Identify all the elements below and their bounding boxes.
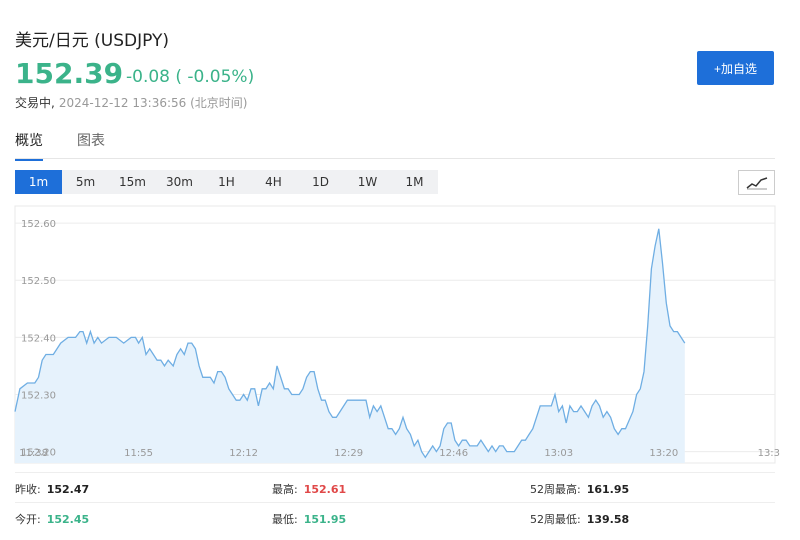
x-tick-label: 13:03 — [544, 448, 573, 459]
line-chart-icon — [746, 176, 767, 189]
open-label: 今开: — [15, 513, 41, 526]
tab-overview[interactable]: 概览 — [15, 130, 43, 161]
period-1w[interactable]: 1W — [344, 170, 391, 194]
price-chart[interactable]: 152.60152.50152.40152.30152.2011:38 11:55… — [0, 200, 800, 468]
prev-close: 昨收: 152.47 — [15, 481, 89, 497]
y-tick-label: 152.50 — [21, 276, 56, 287]
price-area — [15, 228, 685, 463]
period-1h[interactable]: 1H — [203, 170, 250, 194]
w52-high-value: 161.95 — [586, 483, 630, 496]
timestamp: 2024-12-12 13:36:56 (北京时间) — [58, 96, 248, 110]
period-4h[interactable]: 4H — [250, 170, 297, 194]
tab-chart[interactable]: 图表 — [77, 130, 105, 161]
prev-close-value: 152.47 — [46, 483, 90, 496]
page-title: 美元/日元 (USDJPY) — [15, 31, 169, 51]
open-value: 152.45 — [46, 513, 90, 526]
status-text: 交易中, — [15, 96, 55, 110]
stats-row: 昨收: 152.47 最高: 152.61 52周最高: 161.95 — [15, 472, 775, 503]
high-label: 最高: — [272, 483, 298, 496]
period-30m[interactable]: 30m — [156, 170, 203, 194]
chart-type-button[interactable] — [738, 170, 775, 195]
today-open: 今开: 152.45 — [15, 511, 89, 527]
period-1mo[interactable]: 1M — [391, 170, 438, 194]
period-selector: 1m 5m 15m 30m 1H 4H 1D 1W 1M — [15, 170, 438, 194]
trading-status: 交易中, 2024-12-12 13:36:56 (北京时间) — [15, 94, 247, 111]
period-15m[interactable]: 15m — [109, 170, 156, 194]
low-value: 151.95 — [303, 513, 347, 526]
period-5m[interactable]: 5m — [62, 170, 109, 194]
x-tick-label: 13:3 — [758, 448, 780, 459]
x-tick-label: 13:20 — [649, 448, 678, 459]
x-tick-label: 12:12 — [229, 448, 258, 459]
current-price: 152.39 — [15, 57, 124, 90]
period-1m[interactable]: 1m — [15, 170, 62, 194]
x-tick-label: 12:46 — [439, 448, 468, 459]
w52-high: 52周最高: 161.95 — [530, 481, 629, 497]
y-tick-label: 152.30 — [21, 390, 56, 401]
period-1d[interactable]: 1D — [297, 170, 344, 194]
w52-low-label: 52周最低: — [530, 513, 581, 526]
add-watchlist-button[interactable]: +加自选 — [697, 51, 774, 85]
tab-bar: 概览 图表 — [15, 130, 105, 161]
w52-high-label: 52周最高: — [530, 483, 581, 496]
w52-low-value: 139.58 — [586, 513, 630, 526]
tab-divider — [15, 158, 775, 159]
prev-close-label: 昨收: — [15, 483, 41, 496]
x-tick-label: 12:29 — [334, 448, 363, 459]
day-low: 最低: 151.95 — [272, 511, 346, 527]
low-label: 最低: — [272, 513, 298, 526]
y-tick-label: 152.60 — [21, 219, 56, 230]
price-change: -0.08 ( -0.05%) — [126, 67, 255, 87]
high-value: 152.61 — [303, 483, 347, 496]
x-tick-label: 11:55 — [124, 448, 153, 459]
stats-row: 今开: 152.45 最低: 151.95 52周最低: 139.58 — [15, 502, 775, 533]
y-tick-label: 152.40 — [21, 333, 56, 344]
day-high: 最高: 152.61 — [272, 481, 346, 497]
w52-low: 52周最低: 139.58 — [530, 511, 629, 527]
x-tick-label: 11:38 — [19, 448, 48, 459]
